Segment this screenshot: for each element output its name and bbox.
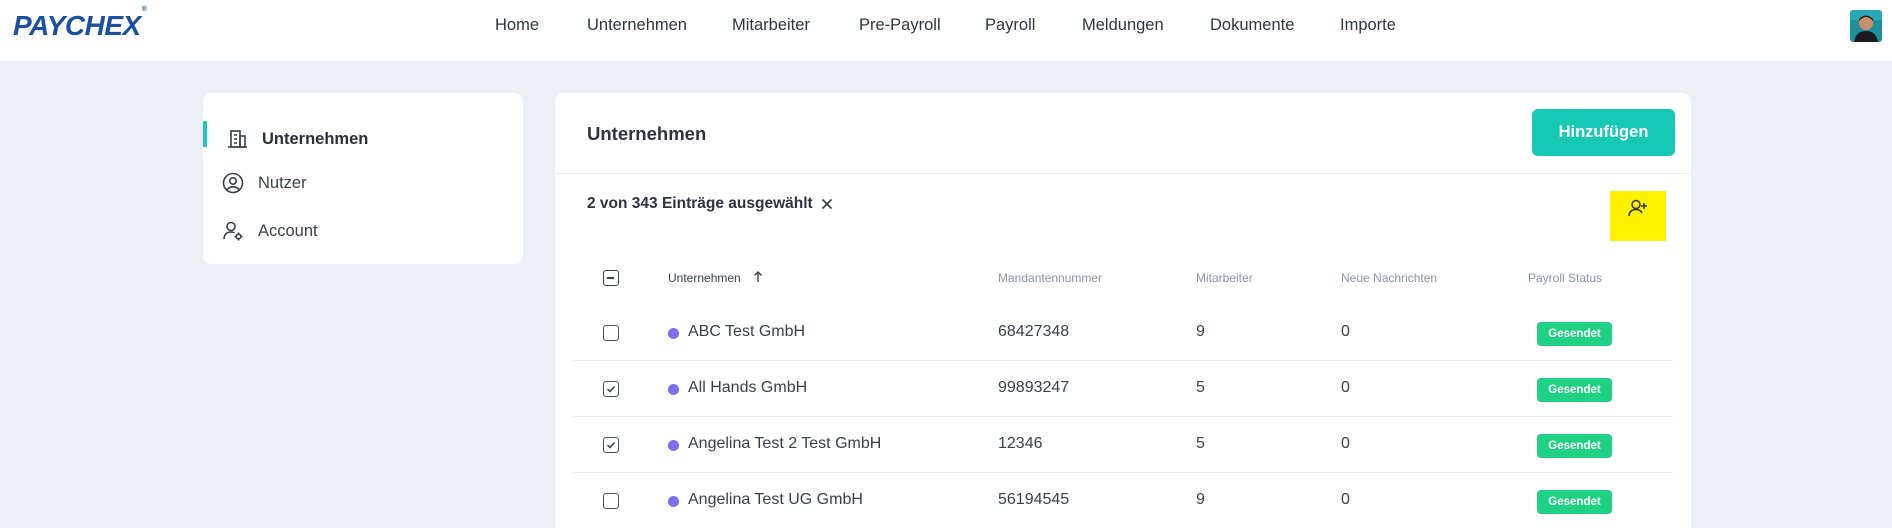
column-header-employees[interactable]: Mitarbeiter [1196, 271, 1253, 285]
user-settings-icon [221, 219, 245, 243]
payroll-status-badge: Gesendet [1537, 322, 1612, 346]
payroll-status-badge: Gesendet [1537, 378, 1612, 402]
clear-selection-icon[interactable] [819, 196, 835, 212]
company-status-dot [668, 328, 679, 339]
company-status-dot [668, 496, 679, 507]
header-divider [555, 173, 1691, 174]
sidebar-item-label: Nutzer [258, 173, 307, 192]
selection-count-text: 2 von 343 Einträge ausgewählt [587, 195, 813, 212]
sidebar-item-account[interactable]: Account [203, 213, 523, 249]
table-row[interactable]: Angelina Test UG GmbH 56194545 9 0 Gesen… [573, 473, 1673, 528]
company-status-dot [668, 440, 679, 451]
nav-payroll[interactable]: Payroll [985, 16, 1035, 35]
sidebar-item-label: Unternehmen [262, 129, 369, 148]
new-messages-count: 0 [1341, 435, 1350, 452]
row-checkbox-checked[interactable] [603, 381, 619, 397]
row-checkbox-checked[interactable] [603, 437, 619, 453]
company-name[interactable]: ABC Test GmbH [688, 323, 805, 341]
page-title: Unternehmen [587, 123, 707, 144]
nav-pre-payroll[interactable]: Pre-Payroll [859, 16, 941, 35]
client-number: 12346 [998, 435, 1043, 452]
active-indicator [203, 121, 207, 147]
top-navigation-bar: PAYCHEX® Home Unternehmen Mitarbeiter Pr… [0, 0, 1892, 61]
user-avatar[interactable] [1850, 10, 1882, 42]
client-number: 68427348 [998, 323, 1070, 340]
table-row[interactable]: ABC Test GmbH 68427348 9 0 Gesendet [573, 305, 1673, 361]
sidebar-item-label: Account [258, 221, 318, 240]
client-number: 56194545 [998, 491, 1070, 508]
add-user-button[interactable] [1610, 191, 1666, 241]
company-name[interactable]: All Hands GmbH [688, 379, 807, 397]
employee-count: 9 [1196, 491, 1205, 508]
nav-meldungen[interactable]: Meldungen [1082, 16, 1164, 35]
column-header-new-messages[interactable]: Neue Nachrichten [1341, 271, 1437, 285]
sort-ascending-icon[interactable] [751, 270, 765, 284]
nav-unternehmen[interactable]: Unternehmen [587, 16, 687, 35]
company-name[interactable]: Angelina Test 2 Test GmbH [688, 435, 881, 453]
select-all-checkbox[interactable] [603, 270, 619, 286]
client-number: 99893247 [998, 379, 1070, 396]
new-messages-count: 0 [1341, 379, 1350, 396]
column-header-payroll-status[interactable]: Payroll Status [1528, 271, 1602, 285]
employee-count: 9 [1196, 323, 1205, 340]
building-icon [225, 127, 249, 151]
nav-home[interactable]: Home [495, 16, 539, 35]
user-circle-icon [221, 171, 245, 195]
employee-count: 5 [1196, 379, 1205, 396]
add-company-button[interactable]: Hinzufügen [1532, 109, 1675, 156]
paychex-logo[interactable]: PAYCHEX® [13, 6, 147, 42]
row-checkbox[interactable] [603, 325, 619, 341]
table-row[interactable]: All Hands GmbH 99893247 5 0 Gesendet [573, 361, 1673, 417]
employee-count: 5 [1196, 435, 1205, 452]
sidebar-item-unternehmen[interactable]: Unternehmen [203, 121, 523, 157]
companies-panel: Unternehmen Hinzufügen 2 von 343 Einträg… [555, 93, 1691, 528]
user-plus-icon [1626, 197, 1650, 226]
company-name[interactable]: Angelina Test UG GmbH [688, 491, 863, 509]
column-header-client-number[interactable]: Mandantennummer [998, 271, 1102, 285]
new-messages-count: 0 [1341, 491, 1350, 508]
company-status-dot [668, 384, 679, 395]
nav-mitarbeiter[interactable]: Mitarbeiter [732, 16, 810, 35]
payroll-status-badge: Gesendet [1537, 490, 1612, 514]
new-messages-count: 0 [1341, 323, 1350, 340]
table-row[interactable]: Angelina Test 2 Test GmbH 12346 5 0 Gese… [573, 417, 1673, 473]
payroll-status-badge: Gesendet [1537, 434, 1612, 458]
nav-dokumente[interactable]: Dokumente [1210, 16, 1294, 35]
column-header-company[interactable]: Unternehmen [668, 271, 741, 285]
nav-importe[interactable]: Importe [1340, 16, 1396, 35]
row-checkbox[interactable] [603, 493, 619, 509]
settings-sidebar: Unternehmen Nutzer Account [203, 93, 523, 264]
sidebar-item-nutzer[interactable]: Nutzer [203, 165, 523, 201]
